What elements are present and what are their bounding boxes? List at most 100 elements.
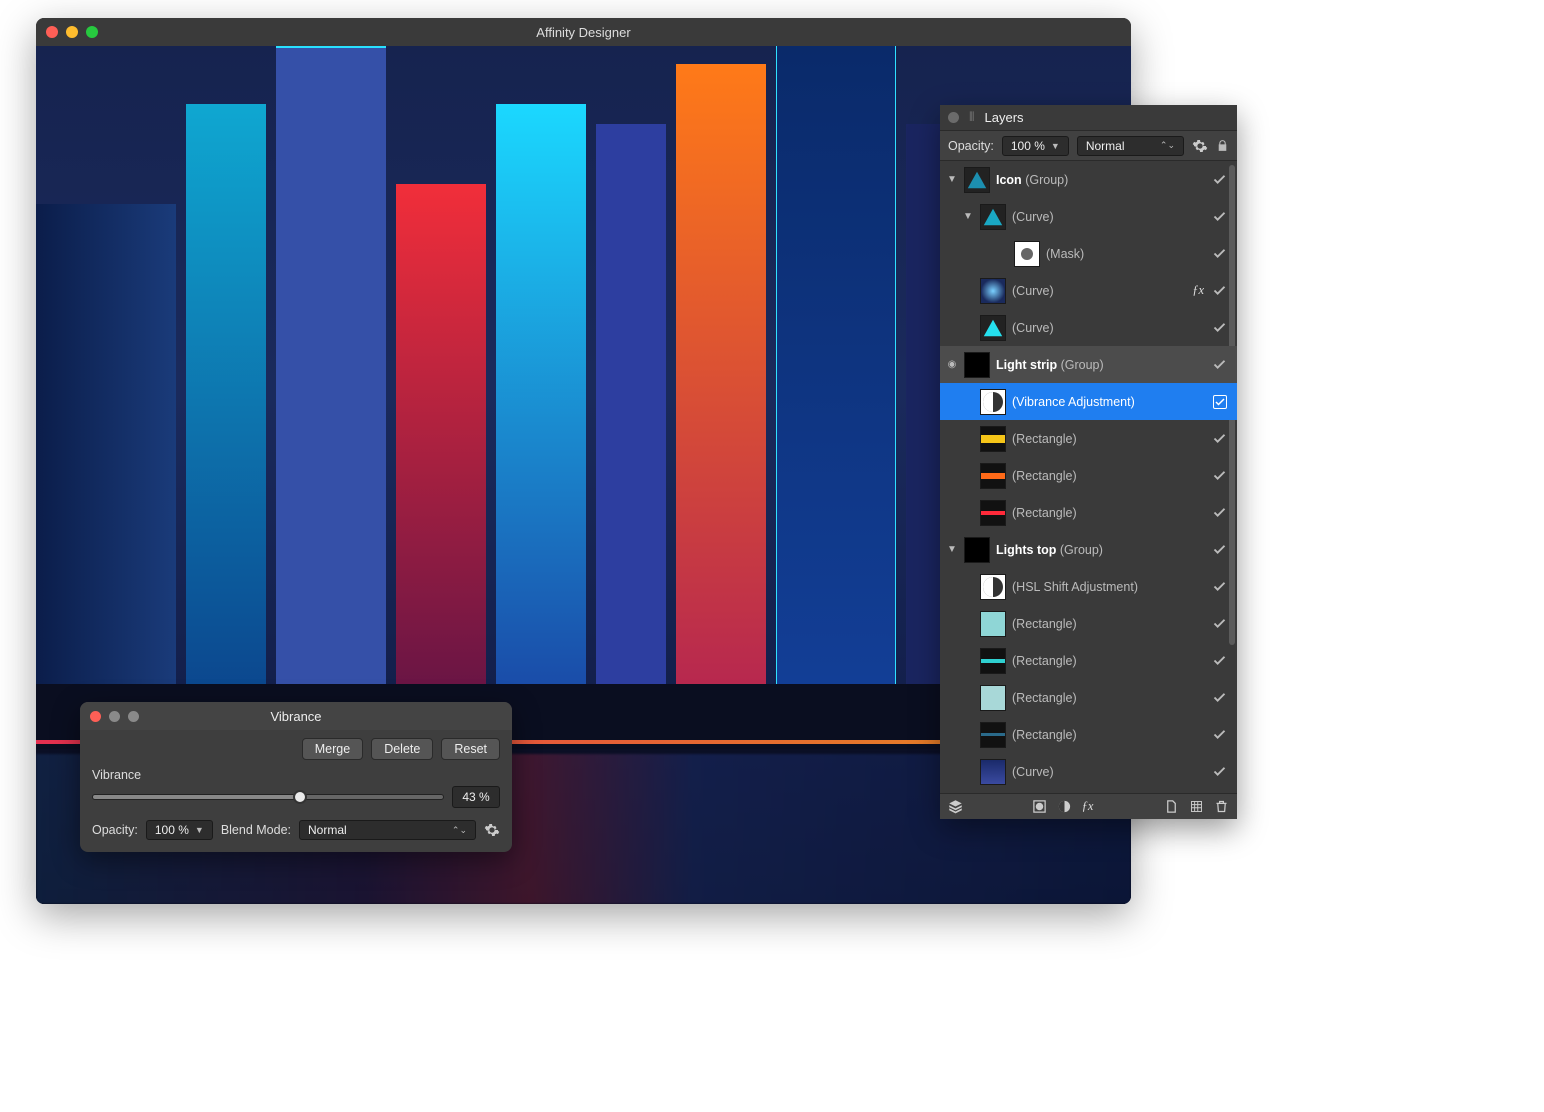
reset-button[interactable]: Reset — [441, 738, 500, 760]
layer-thumbnail[interactable] — [980, 685, 1006, 711]
visibility-toggle[interactable] — [1212, 283, 1227, 298]
visibility-toggle[interactable] — [1212, 431, 1227, 446]
layer-row[interactable]: (Vibrance Adjustment) — [940, 383, 1237, 420]
panel-blendmode-select[interactable]: Normal ⌃⌄ — [1077, 136, 1184, 156]
layer-thumbnail[interactable] — [980, 759, 1006, 785]
dialog-title: Vibrance — [80, 709, 512, 724]
disclose-icon[interactable]: ▼ — [946, 544, 958, 555]
layer-thumbnail[interactable] — [980, 315, 1006, 341]
titlebar[interactable]: Affinity Designer — [36, 18, 1131, 46]
layer-row[interactable]: ▼Icon (Group) — [940, 161, 1237, 198]
vibrance-dialog[interactable]: Vibrance Merge Delete Reset Vibrance 43 … — [80, 702, 512, 852]
layer-row[interactable]: (Curve) — [940, 309, 1237, 346]
visibility-toggle[interactable] — [1212, 172, 1227, 187]
layer-label: (Mask) — [1046, 247, 1206, 261]
updown-icon: ⌃⌄ — [452, 825, 467, 836]
layer-row[interactable]: (Rectangle) — [940, 642, 1237, 679]
new-pixel-layer-icon[interactable] — [1189, 799, 1204, 814]
visibility-toggle[interactable] — [1212, 616, 1227, 631]
layer-label: Lights top (Group) — [996, 543, 1206, 557]
visibility-toggle[interactable] — [1212, 542, 1227, 557]
layer-thumbnail[interactable] — [980, 648, 1006, 674]
new-layer-icon[interactable] — [1164, 799, 1179, 814]
vibrance-value[interactable]: 43 % — [452, 786, 500, 808]
visibility-toggle[interactable] — [1212, 357, 1227, 372]
disclose-icon[interactable]: ▼ — [946, 174, 958, 185]
visibility-toggle[interactable] — [1212, 320, 1227, 335]
visibility-toggle[interactable] — [1212, 579, 1227, 594]
layer-label: (Curve) — [1012, 321, 1206, 335]
blendmode-label: Blend Mode: — [221, 823, 291, 837]
visibility-toggle[interactable] — [1212, 468, 1227, 483]
layer-row[interactable]: (Mask) — [940, 235, 1237, 272]
disclose-icon[interactable]: ▼ — [962, 211, 974, 222]
panel-close-icon[interactable] — [948, 112, 959, 123]
layer-thumbnail[interactable] — [964, 167, 990, 193]
chevron-down-icon: ▼ — [195, 825, 204, 835]
panel-opacity-select[interactable]: 100 %▼ — [1002, 136, 1069, 156]
layer-thumbnail[interactable] — [964, 537, 990, 563]
layer-label: (HSL Shift Adjustment) — [1012, 580, 1206, 594]
visibility-toggle[interactable] — [1212, 505, 1227, 520]
layer-thumbnail[interactable] — [980, 278, 1006, 304]
layers-panel[interactable]: ⦀ Layers Opacity: 100 %▼ Normal ⌃⌄ ▼Icon… — [940, 105, 1237, 819]
layers-tab[interactable]: Layers — [985, 110, 1024, 125]
layer-row[interactable]: (Rectangle) — [940, 420, 1237, 457]
slider-thumb-icon[interactable] — [293, 790, 307, 804]
layer-row[interactable]: (Rectangle) — [940, 457, 1237, 494]
layer-row[interactable]: (Rectangle) — [940, 494, 1237, 531]
layer-label: Light strip (Group) — [996, 358, 1206, 372]
gear-icon[interactable] — [484, 822, 500, 838]
layers-icon[interactable] — [948, 799, 963, 814]
layer-list[interactable]: ▼Icon (Group)▼(Curve)(Mask)(Curve)ƒx(Cur… — [940, 161, 1237, 793]
visibility-toggle[interactable] — [1212, 209, 1227, 224]
layer-row[interactable]: (Curve)ƒx — [940, 272, 1237, 309]
delete-button[interactable]: Delete — [371, 738, 433, 760]
visibility-toggle[interactable] — [1212, 764, 1227, 779]
layer-thumbnail[interactable] — [980, 500, 1006, 526]
visibility-toggle[interactable] — [1212, 653, 1227, 668]
visibility-toggle[interactable] — [1213, 395, 1227, 409]
layer-thumbnail[interactable] — [980, 389, 1006, 415]
layer-thumbnail[interactable] — [980, 463, 1006, 489]
layer-row[interactable]: (Rectangle) — [940, 716, 1237, 753]
lock-icon[interactable] — [1216, 138, 1229, 153]
layer-row[interactable]: ▼ Lights top (Group) — [940, 531, 1237, 568]
layer-thumbnail[interactable] — [980, 426, 1006, 452]
layer-row[interactable]: (Rectangle) — [940, 679, 1237, 716]
gear-icon[interactable] — [1192, 138, 1208, 154]
vibrance-label: Vibrance — [92, 768, 500, 782]
dialog-titlebar[interactable]: Vibrance — [80, 702, 512, 730]
layer-label: (Rectangle) — [1012, 506, 1206, 520]
layer-row[interactable]: (Rectangle) — [940, 605, 1237, 642]
mask-icon[interactable] — [1032, 799, 1047, 814]
layer-thumbnail[interactable] — [980, 722, 1006, 748]
layer-row[interactable]: (Curve) — [940, 753, 1237, 790]
layer-row[interactable]: ◉ Light strip (Group) — [940, 346, 1237, 383]
visibility-toggle[interactable] — [1212, 690, 1227, 705]
layer-thumbnail[interactable] — [980, 574, 1006, 600]
merge-button[interactable]: Merge — [302, 738, 363, 760]
disclose-icon[interactable]: ◉ — [946, 359, 958, 370]
trash-icon[interactable] — [1214, 799, 1229, 814]
layer-label: (Curve) — [1012, 765, 1206, 779]
layer-row[interactable]: (HSL Shift Adjustment) — [940, 568, 1237, 605]
blendmode-select[interactable]: Normal ⌃⌄ — [299, 820, 476, 840]
layer-label: (Rectangle) — [1012, 691, 1206, 705]
adjustment-icon[interactable] — [1057, 799, 1072, 814]
layer-label: (Rectangle) — [1012, 617, 1206, 631]
visibility-toggle[interactable] — [1212, 246, 1227, 261]
fx-icon[interactable]: ƒx — [1192, 283, 1204, 298]
layer-thumbnail[interactable] — [980, 204, 1006, 230]
app-title: Affinity Designer — [36, 25, 1131, 40]
chevron-down-icon: ▼ — [1051, 141, 1060, 151]
vibrance-slider[interactable] — [92, 794, 444, 800]
dialog-opacity-select[interactable]: 100 %▼ — [146, 820, 213, 840]
layer-row[interactable]: ▼(Curve) — [940, 198, 1237, 235]
layer-thumbnail[interactable] — [964, 352, 990, 378]
fx-icon[interactable]: ƒx — [1082, 799, 1094, 814]
visibility-toggle[interactable] — [1212, 727, 1227, 742]
layer-label: (Rectangle) — [1012, 728, 1206, 742]
layer-thumbnail[interactable] — [980, 611, 1006, 637]
layer-thumbnail[interactable] — [1014, 241, 1040, 267]
